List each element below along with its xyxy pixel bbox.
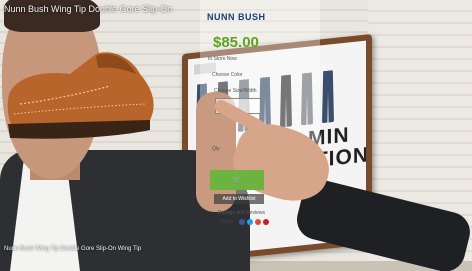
overlay-brand: NUNN BUSH (207, 12, 266, 22)
overlay-price: $85.00 (213, 34, 259, 51)
facebook-icon[interactable] (238, 219, 245, 225)
share-row: Share: (220, 219, 269, 225)
pinterest-icon[interactable] (262, 219, 269, 225)
overlay-product-name: Nunn Bush Wing Tip Double Gore Slip-On (4, 4, 173, 14)
overlay-in-store-label: In Store Now (208, 56, 237, 62)
add-to-wishlist-button[interactable]: Add to Wishlist (214, 194, 264, 204)
overlay-reviews-label[interactable]: Ratings and Reviews (218, 210, 265, 216)
shoe-image (7, 52, 154, 139)
overlay-caption: Nunn Bush Wing Tip Double Gore Slip-On W… (4, 246, 142, 252)
twitter-icon[interactable] (246, 219, 253, 225)
photo-scene: MIN ITION Nunn Bush Wing Tip Double Gore… (0, 0, 472, 271)
overlay-qty-label: Qty (212, 146, 220, 152)
share-label: Share: (220, 219, 235, 225)
add-to-cart-button[interactable]: 🛒 (210, 170, 264, 190)
overlay-color-label: Choose Color (212, 72, 243, 78)
google-plus-icon[interactable] (254, 219, 261, 225)
overlay-size-label: Choose Size/Width (214, 88, 257, 94)
cart-icon: 🛒 (232, 177, 242, 184)
product-tile[interactable] (322, 70, 334, 123)
